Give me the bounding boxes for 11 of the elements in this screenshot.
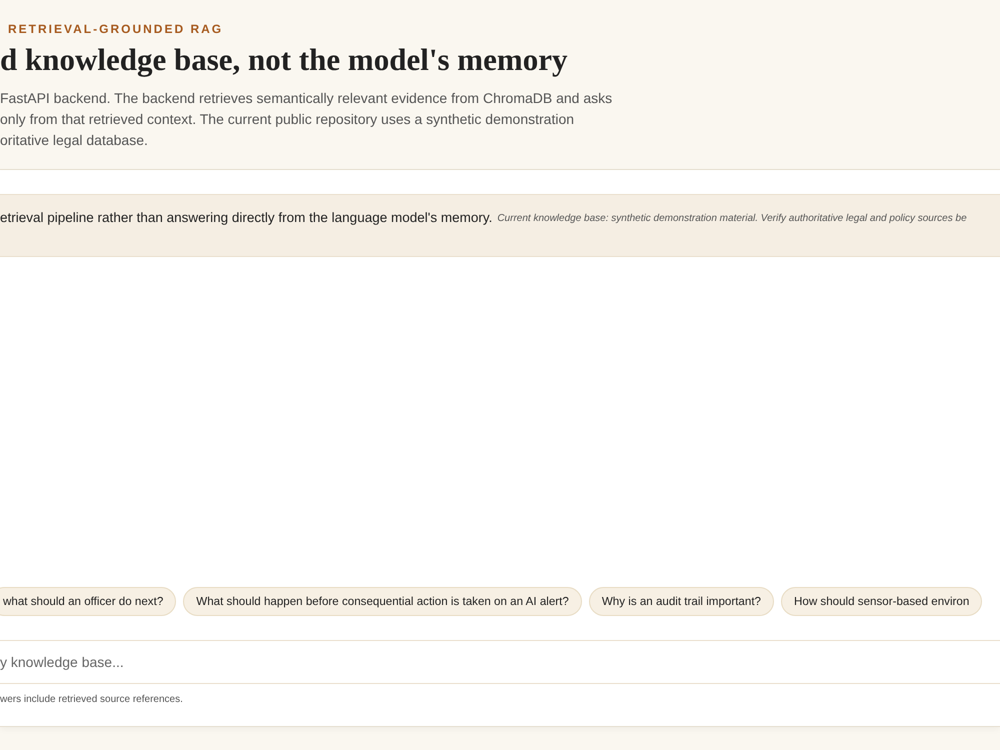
question-input[interactable]: y knowledge base... <box>0 641 1000 683</box>
page-title: d knowledge base, not the model's memory <box>0 42 568 78</box>
notice-note: Current knowledge base: synthetic demonstration material. Verify authoritative legal and policy sources be <box>497 212 967 224</box>
suggestion-chip[interactable]: How should sensor-based environ <box>781 587 982 616</box>
page-description: FastAPI backend. The backend retrieves semantically relevant evidence from ChromaDB and asks only from that retrieved context. The current public repository uses a synthetic demonstration oritative legal database. <box>0 89 612 150</box>
suggestion-chip[interactable]: What should happen before consequential action is taken on an AI alert? <box>183 587 582 616</box>
suggestion-chip[interactable]: Why is an audit trail important? <box>588 587 774 616</box>
composer-footnote: wers include retrieved source references. <box>0 694 183 705</box>
suggestion-chip[interactable]: what should an officer do next? <box>0 587 176 616</box>
notice-text: etrieval pipeline rather than answering directly from the language model's memory. <box>0 210 492 225</box>
eyebrow-label: RETRIEVAL-GROUNDED RAG <box>8 22 224 36</box>
